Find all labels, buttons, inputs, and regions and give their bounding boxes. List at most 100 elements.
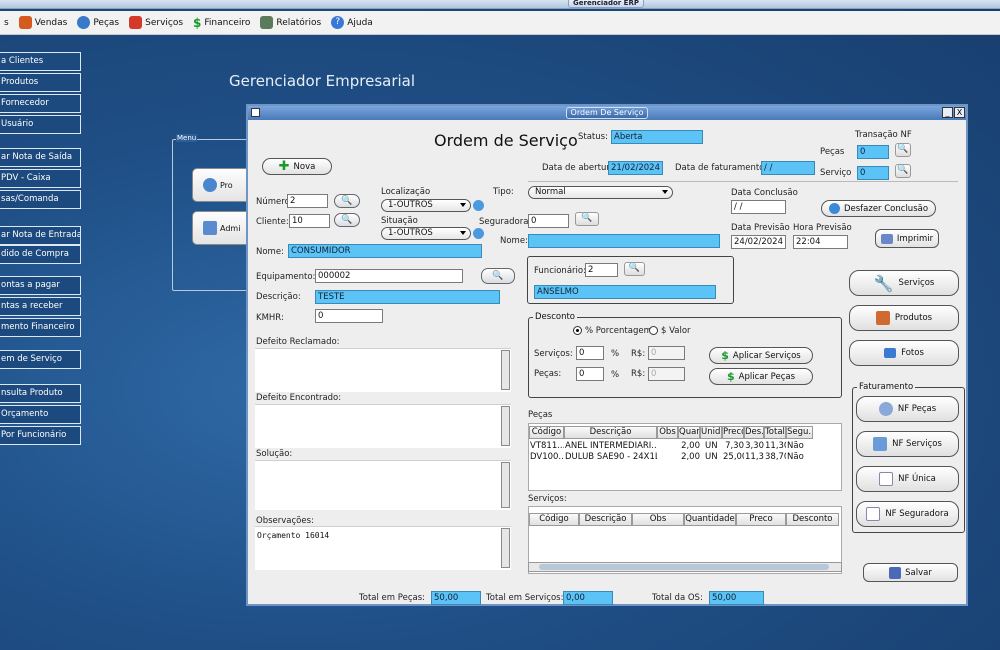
- defeito-encontrado-textarea[interactable]: [255, 404, 511, 448]
- transacao-pecas-field[interactable]: 0: [857, 145, 889, 159]
- defeito-reclamado-scrollbar[interactable]: [501, 350, 510, 390]
- data-abertura-field[interactable]: 21/02/2024: [608, 161, 663, 175]
- column-header[interactable]: Desconto: [786, 513, 839, 526]
- sidebar-item[interactable]: Orçamento: [0, 405, 81, 424]
- defeito-encontrado-scrollbar[interactable]: [501, 406, 510, 446]
- column-header[interactable]: Código: [529, 513, 579, 526]
- data-faturamento-field[interactable]: / /: [761, 161, 815, 175]
- fotos-button[interactable]: Fotos: [849, 340, 959, 366]
- sidebar-item[interactable]: PDV - Caixa: [0, 169, 81, 188]
- search-seguradora-button[interactable]: 🔍: [575, 212, 599, 226]
- column-header[interactable]: Código: [529, 426, 564, 439]
- sidebar-item[interactable]: em de Serviço: [0, 350, 81, 369]
- nf-seguradora-button[interactable]: NF Seguradora: [856, 501, 959, 527]
- scrollbar-thumb[interactable]: [539, 564, 829, 570]
- search-pecas-button[interactable]: 🔍: [895, 143, 911, 157]
- menu-item-cadastros[interactable]: s: [2, 18, 11, 28]
- sidebar-item[interactable]: Por Funcionário: [0, 426, 81, 445]
- search-servico-button[interactable]: 🔍: [895, 164, 911, 178]
- menu-item-servicos[interactable]: Serviços: [127, 16, 185, 29]
- salvar-button[interactable]: Salvar: [863, 563, 958, 582]
- solucao-scrollbar[interactable]: [501, 462, 510, 508]
- servicos-button[interactable]: 🔧 Serviços: [849, 270, 959, 296]
- nova-button[interactable]: ✚ Nova: [262, 158, 332, 175]
- rs-pecas-field[interactable]: 0: [648, 367, 685, 381]
- column-header[interactable]: Total: [764, 426, 786, 439]
- localizacao-select[interactable]: 1-OUTROS: [381, 199, 471, 212]
- rs-servicos-field[interactable]: 0: [648, 346, 685, 360]
- column-header[interactable]: Des..: [744, 426, 764, 439]
- tipo-select[interactable]: Normal: [528, 186, 673, 199]
- column-header[interactable]: Quantidade: [684, 513, 736, 526]
- defeito-reclamado-textarea[interactable]: [255, 348, 511, 392]
- sidebar-item[interactable]: ar Nota de Saída: [0, 148, 81, 167]
- sidebar-item[interactable]: mento Financeiro: [0, 318, 81, 337]
- equipamento-field[interactable]: 000002: [315, 269, 463, 283]
- status-field[interactable]: Aberta: [611, 130, 703, 144]
- data-previsao-field[interactable]: 24/02/2024: [731, 235, 786, 249]
- minimize-button[interactable]: _: [942, 107, 953, 118]
- column-header[interactable]: Unid..: [700, 426, 722, 439]
- servicos-hscrollbar[interactable]: [528, 562, 842, 572]
- cliente-field[interactable]: 10: [289, 214, 330, 228]
- nf-servicos-button[interactable]: NF Serviços: [856, 431, 959, 457]
- column-header[interactable]: Preco: [722, 426, 744, 439]
- sidebar-item[interactable]: Usuário: [0, 115, 81, 134]
- sidebar-item[interactable]: sas/Comanda: [0, 190, 81, 209]
- column-header[interactable]: Descrição: [564, 426, 657, 439]
- menu-item-ajuda[interactable]: ? Ajuda: [329, 16, 375, 29]
- refresh-localizacao-icon[interactable]: [473, 200, 484, 211]
- column-header[interactable]: Segu..: [786, 426, 813, 439]
- sidebar-item[interactable]: ar Nota de Entrada: [0, 226, 81, 245]
- sidebar-item[interactable]: dido de Compra: [0, 245, 81, 264]
- aplicar-pecas-button[interactable]: $ Aplicar Peças: [709, 368, 813, 385]
- nf-unica-button[interactable]: NF Única: [856, 466, 959, 492]
- seguradora-field[interactable]: 0: [528, 214, 569, 228]
- window-titlebar[interactable]: Ordem De Serviço: [248, 106, 966, 120]
- desconto-pecas-field[interactable]: 0: [576, 367, 604, 381]
- funcionario-field[interactable]: 2: [585, 263, 618, 277]
- background-button-admin[interactable]: Admi: [192, 211, 252, 245]
- close-button[interactable]: X: [954, 107, 965, 118]
- transacao-servico-field[interactable]: 0: [857, 166, 889, 180]
- sidebar-item[interactable]: nsulta Produto: [0, 384, 81, 403]
- sidebar-item[interactable]: Fornecedor: [0, 94, 81, 113]
- desconto-servicos-field[interactable]: 0: [576, 346, 604, 360]
- data-conclusao-field[interactable]: / /: [731, 200, 786, 214]
- imprimir-button[interactable]: Imprimir: [875, 229, 939, 248]
- funcionario-nome-field[interactable]: ANSELMO: [534, 285, 716, 299]
- column-header[interactable]: Descrição: [579, 513, 632, 526]
- table-row[interactable]: DV100...DULUB SAE90 - 24X1L 2,00 UN 25,0011…: [529, 452, 841, 463]
- refresh-situacao-icon[interactable]: [473, 228, 484, 239]
- kmhr-field[interactable]: 0: [315, 309, 383, 323]
- menu-item-vendas[interactable]: Vendas: [17, 16, 70, 29]
- descricao-field[interactable]: TESTE: [315, 290, 500, 304]
- nome-cliente-field[interactable]: CONSUMIDOR: [288, 244, 482, 258]
- desfazer-conclusao-button[interactable]: Desfazer Conclusão: [821, 200, 936, 217]
- column-header[interactable]: Preco: [736, 513, 786, 526]
- search-funcionario-button[interactable]: 🔍: [624, 262, 645, 276]
- sidebar-item[interactable]: a Clientes: [0, 52, 81, 71]
- porcentagem-radio[interactable]: [573, 326, 582, 335]
- column-header[interactable]: Obs: [657, 426, 678, 439]
- nf-pecas-button[interactable]: NF Peças: [856, 396, 959, 422]
- aplicar-servicos-button[interactable]: $ Aplicar Serviços: [709, 347, 813, 364]
- sidebar-item[interactable]: ntas a receber: [0, 297, 81, 316]
- column-header[interactable]: Quant..: [678, 426, 700, 439]
- hora-previsao-field[interactable]: 22:04: [793, 235, 848, 249]
- search-equipamento-button[interactable]: 🔍: [481, 268, 515, 284]
- solucao-textarea[interactable]: [255, 460, 511, 510]
- nome-seguradora-field[interactable]: [528, 234, 720, 248]
- column-header[interactable]: Obs: [632, 513, 684, 526]
- observacoes-scrollbar[interactable]: [501, 528, 510, 568]
- situacao-select[interactable]: 1-OUTROS: [381, 227, 471, 240]
- valor-radio[interactable]: [649, 326, 658, 335]
- menu-item-financeiro[interactable]: $ Financeiro: [191, 16, 252, 30]
- produtos-button[interactable]: Produtos: [849, 305, 959, 331]
- sidebar-item[interactable]: Produtos: [0, 73, 81, 92]
- sidebar-item[interactable]: ontas a pagar: [0, 276, 81, 295]
- numero-field[interactable]: 2: [287, 194, 328, 208]
- table-row[interactable]: VT811... ANEL INTERMEDIARI... 2,00 UN 7,30 3,…: [529, 441, 841, 452]
- background-button-pro[interactable]: Pro: [192, 168, 252, 202]
- menu-item-pecas[interactable]: Peças: [75, 16, 121, 29]
